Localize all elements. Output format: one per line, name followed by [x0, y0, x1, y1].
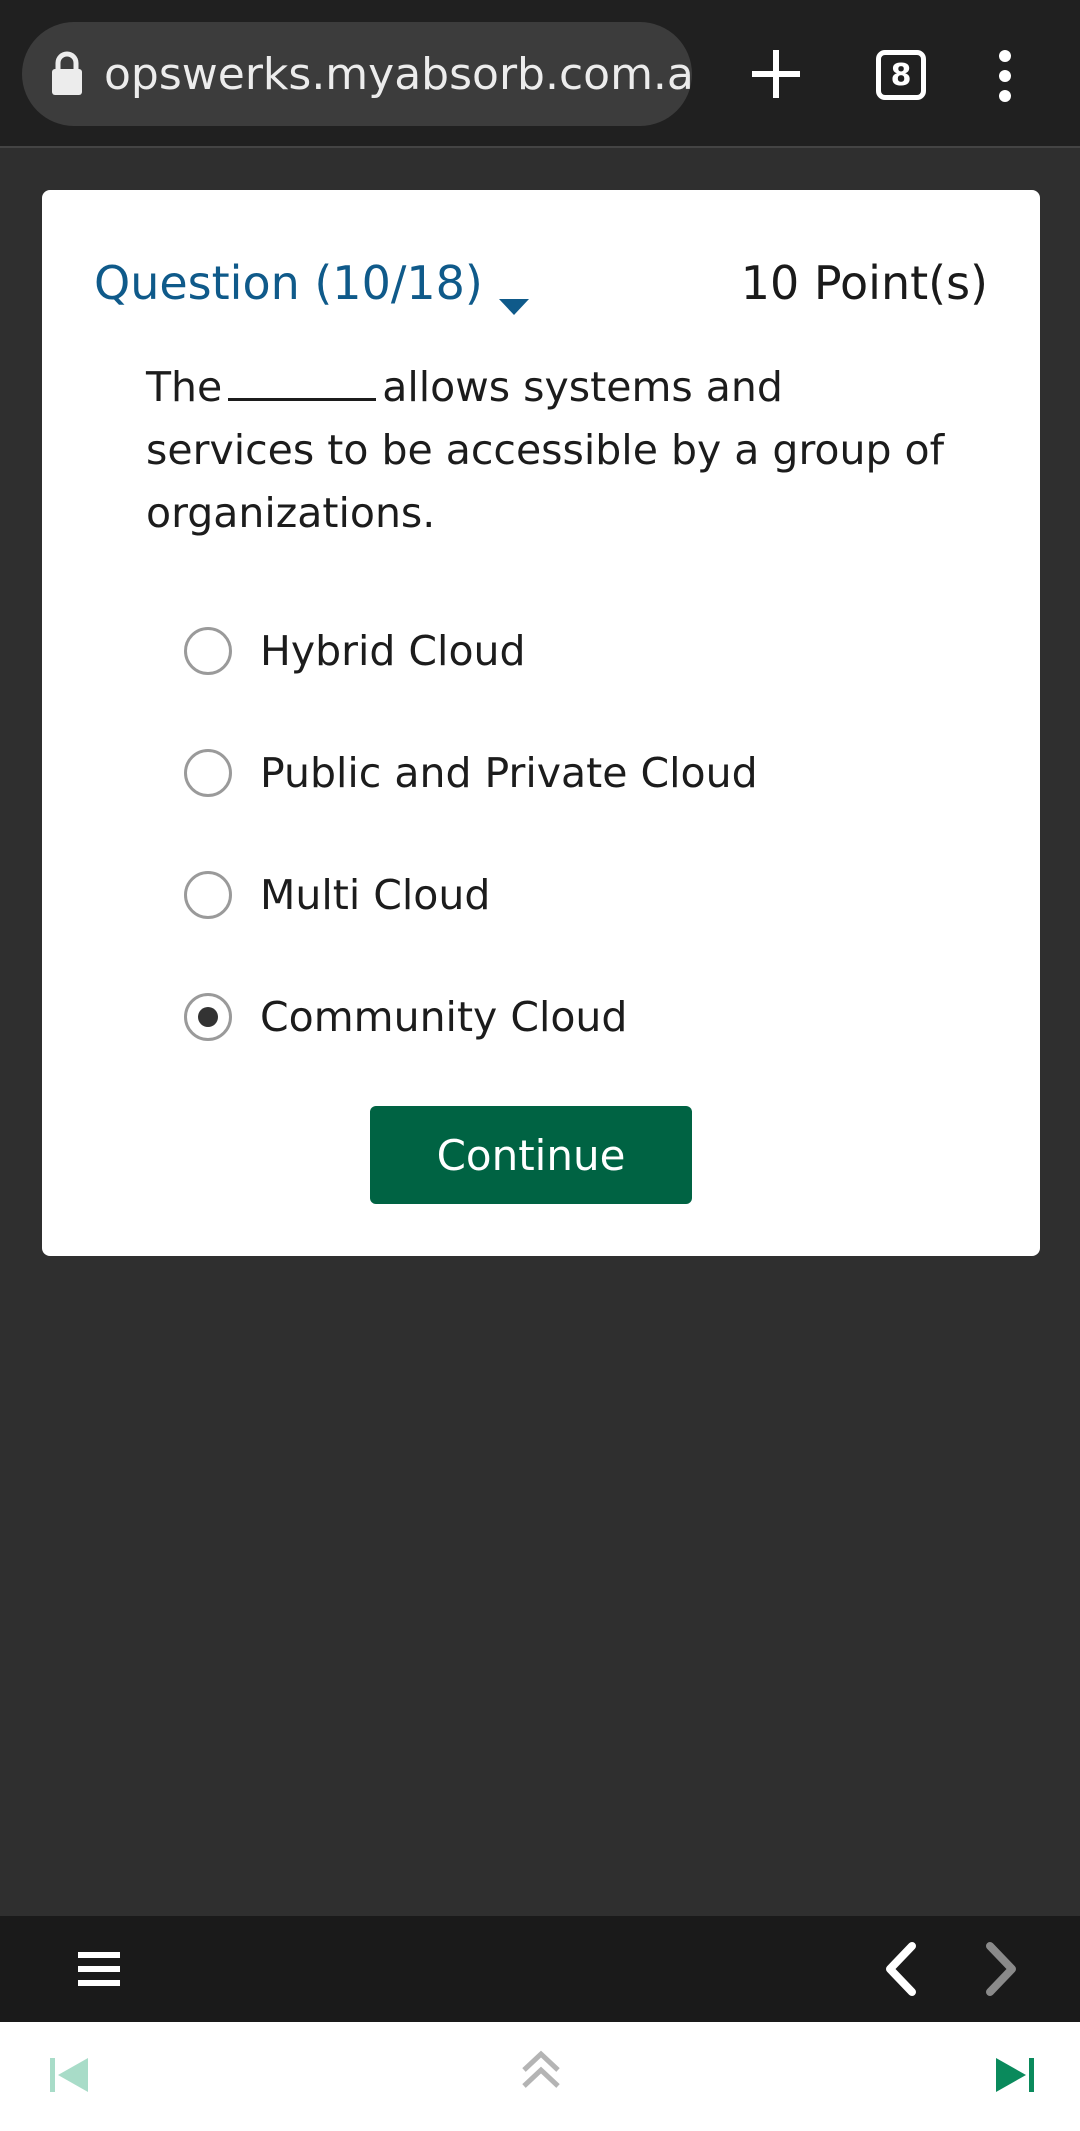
- address-bar[interactable]: opswerks.myabsorb.com.au: [22, 22, 692, 126]
- question-text: The allows systems and services to be acc…: [146, 356, 946, 545]
- option-hybrid-cloud[interactable]: Hybrid Cloud: [184, 590, 758, 712]
- option-label: Hybrid Cloud: [260, 627, 526, 675]
- browser-toolbar: opswerks.myabsorb.com.au 8: [0, 0, 1080, 148]
- question-points: 10 Point(s): [740, 256, 988, 310]
- tab-switcher-icon[interactable]: 8: [876, 50, 926, 100]
- option-label: Community Cloud: [260, 993, 628, 1041]
- skip-to-last-icon[interactable]: [994, 2054, 1036, 2096]
- new-tab-icon[interactable]: [748, 46, 804, 102]
- player-nav-bar: [0, 1916, 1080, 2022]
- option-public-private-cloud[interactable]: Public and Private Cloud: [184, 712, 758, 834]
- radio-button[interactable]: [184, 749, 232, 797]
- menu-icon[interactable]: [78, 1950, 120, 1988]
- url-text: opswerks.myabsorb.com.au: [104, 48, 692, 100]
- radio-button-selected[interactable]: [184, 993, 232, 1041]
- radio-button[interactable]: [184, 871, 232, 919]
- next-icon[interactable]: [982, 1942, 1022, 1996]
- previous-icon[interactable]: [880, 1942, 920, 1996]
- question-title: Question (10/18): [94, 256, 483, 310]
- bottom-toolbar: [0, 2022, 1080, 2131]
- question-selector[interactable]: Question (10/18): [94, 256, 529, 315]
- option-label: Multi Cloud: [260, 871, 491, 919]
- option-community-cloud[interactable]: Community Cloud: [184, 956, 758, 1078]
- question-card: Question (10/18) 10 Point(s) The allows s…: [42, 190, 1040, 1256]
- more-options-icon[interactable]: [990, 48, 1020, 104]
- caret-down-icon: [498, 274, 529, 315]
- skip-to-first-icon[interactable]: [48, 2054, 90, 2096]
- option-multi-cloud[interactable]: Multi Cloud: [184, 834, 758, 956]
- lock-icon: [50, 51, 84, 97]
- double-chevron-up-icon[interactable]: [520, 2048, 562, 2094]
- option-label: Public and Private Cloud: [260, 749, 758, 797]
- answer-options: Hybrid Cloud Public and Private Cloud Mu…: [184, 590, 758, 1078]
- fill-in-blank: [228, 371, 377, 401]
- continue-button[interactable]: Continue: [370, 1106, 692, 1204]
- radio-button[interactable]: [184, 627, 232, 675]
- question-header: Question (10/18) 10 Point(s): [94, 248, 988, 318]
- question-text-start: The: [146, 363, 223, 411]
